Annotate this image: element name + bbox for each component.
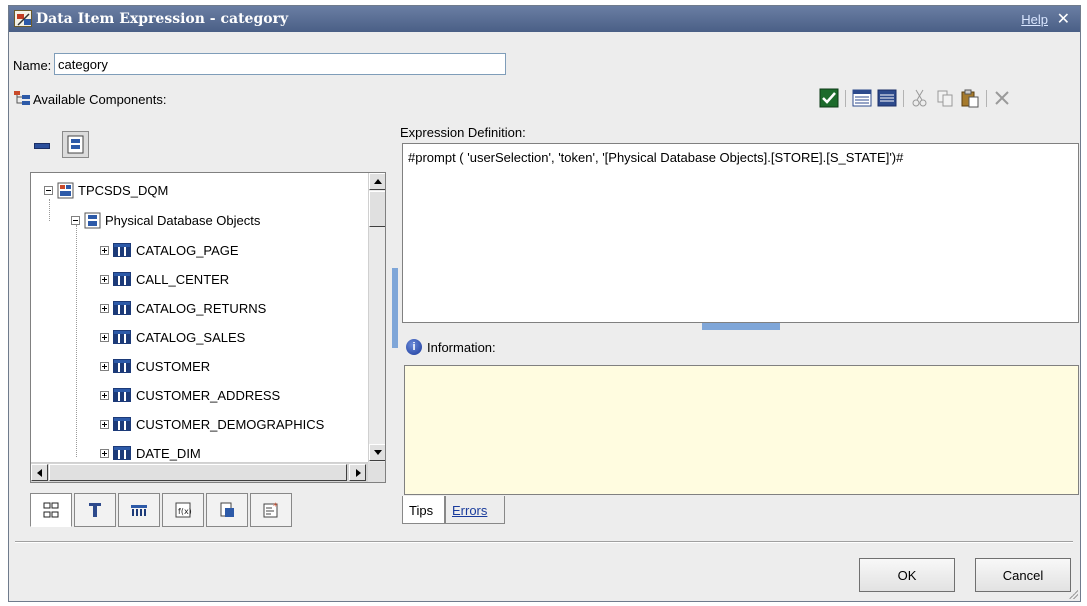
tree-node-table[interactable]: CALL_CENTER <box>100 268 229 290</box>
close-button[interactable]: ✕ <box>1057 9 1070 29</box>
expand-toggle-icon[interactable] <box>100 448 109 458</box>
tree-node-table[interactable]: CUSTOMER <box>100 355 210 377</box>
expression-editor-icon <box>14 10 32 27</box>
information-collapse-bar[interactable] <box>702 323 780 330</box>
query-items-tab-icon[interactable] <box>118 493 160 527</box>
title-bar[interactable]: Data Item Expression - category Help ✕ <box>9 6 1080 32</box>
query-subject-icon <box>113 417 131 431</box>
tree-node-label: DATE_DIM <box>136 445 201 461</box>
paste-icon[interactable] <box>960 88 980 108</box>
functions-tab-icon[interactable]: f(x) <box>162 493 204 527</box>
expand-toggle-icon[interactable] <box>100 419 109 429</box>
name-input[interactable] <box>54 53 506 75</box>
expand-toggle-icon[interactable] <box>100 361 109 371</box>
tree-node-table[interactable]: CUSTOMER_DEMOGRAPHICS <box>100 413 324 435</box>
macros-tab-icon[interactable]: * <box>250 493 292 527</box>
data-item-expression-dialog: Data Item Expression - category Help ✕ N… <box>8 5 1081 602</box>
tree-content: TPCSDS_DQM Physical Database Objects CAT… <box>31 173 368 462</box>
expand-toggle-icon[interactable] <box>100 332 109 342</box>
scroll-up-button[interactable] <box>369 173 385 190</box>
tree-node-label: CUSTOMER <box>136 358 211 374</box>
tab-errors[interactable]: Errors <box>445 496 505 524</box>
data-items-tab-icon[interactable] <box>74 493 116 527</box>
tree-node-label: CUSTOMER_DEMOGRAPHICS <box>136 416 325 432</box>
query-subject-icon <box>113 330 131 344</box>
tree-node-label: CALL_CENTER <box>136 271 230 287</box>
collapse-toggle-icon[interactable] <box>44 185 53 195</box>
expression-editor[interactable]: #prompt ( 'userSelection', 'token', '[Ph… <box>402 143 1079 323</box>
horizontal-scroll-thumb[interactable] <box>49 464 347 481</box>
source-tabs: f(x) * <box>30 493 340 527</box>
toolbar-separator <box>903 90 904 107</box>
insert-filter-icon[interactable] <box>877 88 897 108</box>
validate-check-icon[interactable] <box>819 88 839 108</box>
tree-node-root[interactable]: TPCSDS_DQM <box>44 179 168 201</box>
tree-node-table[interactable]: CATALOG_SALES <box>100 326 245 348</box>
svg-text:f(x): f(x) <box>178 507 192 516</box>
dialog-title: Data Item Expression - category <box>36 11 289 27</box>
tree-node-table[interactable]: CUSTOMER_ADDRESS <box>100 384 280 406</box>
query-subject-icon <box>113 243 131 257</box>
tree-node-physical-database-objects[interactable]: Physical Database Objects <box>71 209 260 231</box>
information-label: Information: <box>427 340 496 355</box>
package-view-icon[interactable] <box>62 131 89 158</box>
copy-icon[interactable] <box>935 88 955 108</box>
query-subject-icon <box>113 359 131 373</box>
panel-splitter[interactable] <box>392 268 398 348</box>
expand-toggle-icon[interactable] <box>100 245 109 255</box>
tab-tips[interactable]: Tips <box>402 496 445 524</box>
expand-toggle-icon[interactable] <box>100 390 109 400</box>
scroll-right-button[interactable] <box>349 464 366 481</box>
cut-icon[interactable] <box>910 88 930 108</box>
tree-node-table[interactable]: DATE_DIM <box>100 442 201 462</box>
data-source-icon <box>57 182 74 199</box>
source-tab-icon[interactable] <box>30 493 72 527</box>
parameters-tab-icon[interactable] <box>206 493 248 527</box>
footer-divider <box>15 541 1073 543</box>
scrollbar-corner <box>368 462 385 482</box>
tree-node-label: TPCSDS_DQM <box>78 182 169 198</box>
insert-item-icon[interactable] <box>852 88 872 108</box>
ok-button[interactable]: OK <box>859 558 955 592</box>
expand-toggle-icon[interactable] <box>100 303 109 313</box>
expression-definition-label: Expression Definition: <box>400 125 526 140</box>
scroll-left-button[interactable] <box>31 464 48 481</box>
vertical-scroll-thumb[interactable] <box>369 191 385 227</box>
svg-text:*: * <box>273 502 278 512</box>
tree-node-label: CATALOG_PAGE <box>136 242 239 258</box>
help-link[interactable]: Help <box>1021 12 1048 27</box>
info-icon: i <box>406 339 422 355</box>
collapse-toggle-icon[interactable] <box>71 215 80 225</box>
vertical-scrollbar[interactable] <box>368 173 385 462</box>
tree-node-table[interactable]: CATALOG_PAGE <box>100 239 239 261</box>
tree-node-label: CATALOG_RETURNS <box>136 300 267 316</box>
scroll-down-button[interactable] <box>369 444 385 461</box>
collapse-all-icon[interactable] <box>34 143 50 149</box>
expand-toggle-icon[interactable] <box>100 274 109 284</box>
tree-node-label: CUSTOMER_ADDRESS <box>136 387 281 403</box>
query-subject-icon <box>113 272 131 286</box>
cancel-button[interactable]: Cancel <box>975 558 1071 592</box>
tree-node-label: Physical Database Objects <box>105 212 261 228</box>
query-subject-icon <box>113 446 131 460</box>
delete-icon[interactable] <box>992 88 1012 108</box>
toolbar-separator <box>986 90 987 107</box>
toolbar-separator <box>845 90 846 107</box>
components-tree[interactable]: TPCSDS_DQM Physical Database Objects CAT… <box>30 172 386 483</box>
name-label: Name: <box>13 58 52 73</box>
namespace-folder-icon <box>84 212 101 229</box>
available-components-label: Available Components: <box>33 92 167 107</box>
resize-grip-icon[interactable] <box>1068 589 1078 599</box>
tree-node-label: CATALOG_SALES <box>136 329 246 345</box>
query-subject-icon <box>113 388 131 402</box>
query-subject-icon <box>113 301 131 315</box>
components-tree-icon <box>14 91 30 108</box>
horizontal-scrollbar[interactable] <box>31 462 368 482</box>
tree-node-table[interactable]: CATALOG_RETURNS <box>100 297 266 319</box>
information-panel <box>404 365 1079 495</box>
